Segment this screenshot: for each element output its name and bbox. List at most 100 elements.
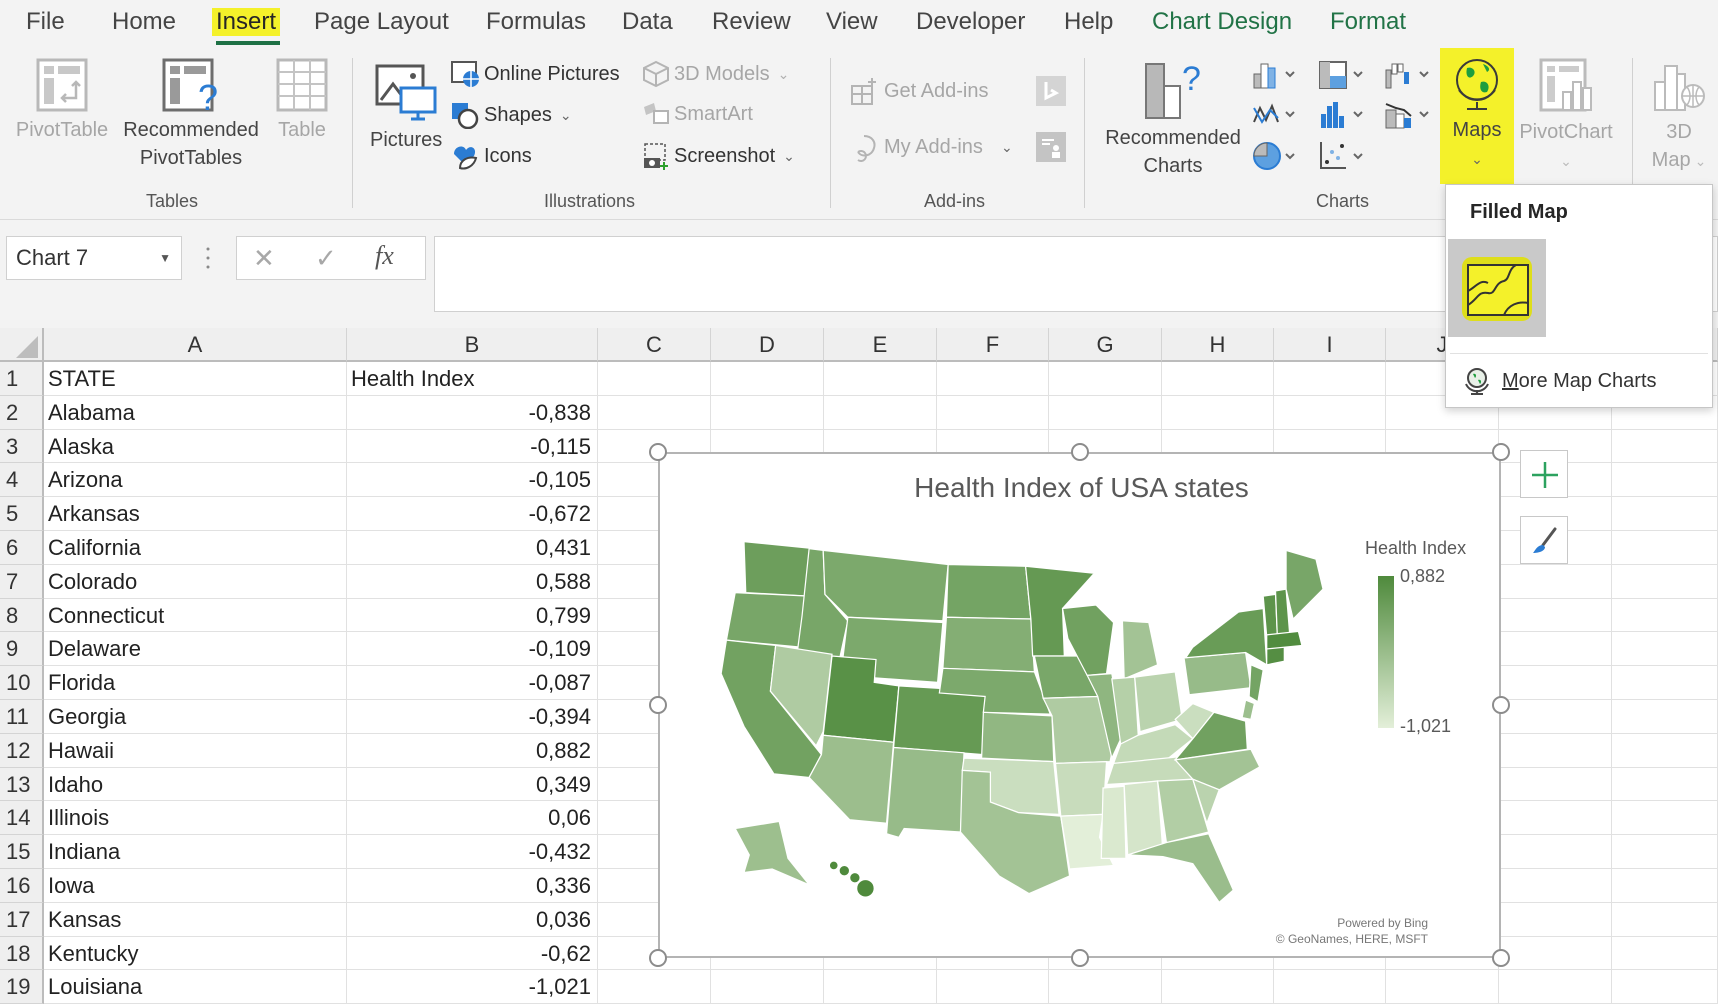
cell-health-index[interactable]: -0,115 (347, 429, 598, 464)
header-cell-health-index[interactable]: Health Index (347, 362, 598, 396)
pie-chart-button[interactable] (1252, 140, 1302, 177)
tab-formulas[interactable]: Formulas (486, 8, 586, 36)
people-graph-button[interactable] (1036, 132, 1066, 162)
cell[interactable] (1499, 564, 1612, 599)
cell-health-index[interactable]: 0,431 (347, 531, 598, 565)
cell[interactable] (824, 395, 937, 430)
tab-review[interactable]: Review (712, 8, 791, 36)
tab-home[interactable]: Home (112, 8, 176, 36)
cell[interactable] (1612, 970, 1718, 1005)
cell-state[interactable]: Hawaii (44, 733, 347, 768)
pictures-button[interactable]: Pictures (370, 62, 442, 154)
cell[interactable] (1499, 970, 1612, 1005)
column-header-d[interactable]: D (711, 328, 824, 362)
row-header[interactable]: 3 (0, 429, 44, 464)
cell[interactable] (1612, 902, 1718, 937)
cell[interactable] (937, 970, 1049, 1005)
row-header[interactable]: 17 (0, 902, 44, 937)
cell-health-index[interactable]: -0,62 (347, 936, 598, 971)
resize-handle-bottom[interactable] (1071, 949, 1089, 967)
cell[interactable] (1612, 835, 1718, 869)
map-state-hawaii[interactable] (856, 878, 875, 898)
cell[interactable] (1162, 395, 1274, 430)
waterfall-chart-button[interactable] (1384, 60, 1434, 95)
cell[interactable] (1612, 733, 1718, 768)
chevron-down-icon[interactable]: ⌄ (1001, 139, 1013, 156)
tab-format[interactable]: Format (1330, 8, 1406, 36)
cell-state[interactable]: Georgia (44, 700, 347, 734)
cell[interactable] (1499, 632, 1612, 667)
cell[interactable] (1612, 700, 1718, 734)
resize-handle-bottom-left[interactable] (649, 949, 667, 967)
cell-state[interactable]: Delaware (44, 632, 347, 667)
map-state-south-dakota[interactable] (942, 616, 1036, 673)
row-header[interactable]: 16 (0, 869, 44, 903)
tab-file[interactable]: File (26, 8, 65, 36)
cell[interactable] (1612, 936, 1718, 971)
column-header-b[interactable]: B (347, 328, 598, 362)
row-header[interactable]: 19 (0, 970, 44, 1005)
row-header[interactable]: 14 (0, 801, 44, 836)
map-state-new-jersey[interactable] (1248, 663, 1264, 703)
tab-view[interactable]: View (826, 8, 878, 36)
cell[interactable] (1499, 733, 1612, 768)
map-state-massachusetts[interactable] (1266, 630, 1303, 650)
chart-elements-button[interactable] (1520, 450, 1568, 498)
cell-state[interactable]: Iowa (44, 869, 347, 903)
column-header-i[interactable]: I (1274, 328, 1386, 362)
cell[interactable] (598, 395, 711, 430)
row-header[interactable]: 8 (0, 598, 44, 633)
column-header-f[interactable]: F (937, 328, 1049, 362)
cell[interactable] (1499, 902, 1612, 937)
smartart-button[interactable]: SmartArt (642, 101, 753, 127)
cell[interactable] (711, 362, 824, 396)
row-header[interactable]: 4 (0, 463, 44, 498)
map-state-alaska[interactable] (734, 820, 810, 886)
cell-health-index[interactable]: 0,588 (347, 564, 598, 599)
map-state-new-mexico[interactable] (885, 746, 965, 839)
header-cell-state[interactable]: STATE (44, 362, 347, 396)
tab-help[interactable]: Help (1064, 8, 1113, 36)
row-header[interactable]: 6 (0, 531, 44, 565)
my-addins-button[interactable]: My Add-ins ⌄ (850, 132, 1013, 162)
map-state-colorado[interactable] (892, 685, 988, 756)
tab-developer[interactable]: Developer (916, 8, 1025, 36)
cell[interactable] (1049, 395, 1162, 430)
cell[interactable] (1499, 936, 1612, 971)
cell-health-index[interactable]: -0,105 (347, 463, 598, 498)
icons-button[interactable]: Icons (450, 142, 532, 170)
scatter-chart-button[interactable] (1318, 140, 1368, 177)
cell[interactable] (598, 362, 711, 396)
cell[interactable] (1499, 598, 1612, 633)
cell-health-index[interactable]: 0,882 (347, 733, 598, 768)
get-addins-button[interactable]: Get Add-ins (850, 76, 989, 106)
insert-function-icon[interactable]: fx (375, 241, 394, 271)
resize-handle-right[interactable] (1492, 696, 1510, 714)
pivotchart-button[interactable]: PivotChart ⌄ (1516, 58, 1616, 175)
cell[interactable] (1499, 700, 1612, 734)
cell[interactable] (1499, 666, 1612, 700)
recommended-charts-button[interactable]: ? Recommended Charts (1098, 58, 1248, 180)
row-header[interactable]: 13 (0, 767, 44, 802)
cell-health-index[interactable]: 0,336 (347, 869, 598, 903)
tab-insert[interactable]: Insert (212, 8, 281, 36)
cell[interactable] (1274, 362, 1386, 396)
statistic-chart-button[interactable] (1318, 100, 1368, 135)
cell-state[interactable]: Illinois (44, 801, 347, 836)
row-header[interactable]: 5 (0, 497, 44, 531)
cell[interactable] (1612, 869, 1718, 903)
row-header[interactable]: 1 (0, 362, 44, 396)
column-header-c[interactable]: C (598, 328, 711, 362)
3d-map-button[interactable]: 3D Map ⌄ (1640, 58, 1718, 175)
cell-state[interactable]: Colorado (44, 564, 347, 599)
line-chart-button[interactable] (1252, 100, 1302, 135)
map-chart[interactable]: Health Index of USA states Health Index … (658, 452, 1501, 958)
cell[interactable] (1499, 835, 1612, 869)
map-state-delaware[interactable] (1241, 699, 1256, 721)
map-state-oregon[interactable] (725, 591, 810, 648)
map-state-alabama[interactable] (1123, 780, 1164, 856)
cell[interactable] (711, 970, 824, 1005)
map-state-north-dakota[interactable] (945, 563, 1032, 620)
resize-handle-bottom-right[interactable] (1492, 949, 1510, 967)
tab-data[interactable]: Data (622, 8, 673, 36)
